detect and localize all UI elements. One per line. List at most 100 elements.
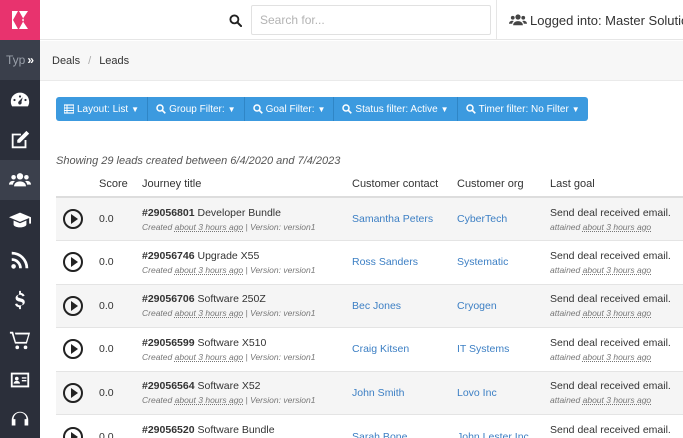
- last-goal-text: Send deal received email.: [550, 336, 671, 349]
- customer-contact-link[interactable]: Craig Kitsen: [352, 343, 409, 355]
- rss-icon: [11, 251, 29, 269]
- row-play-cell: [56, 240, 99, 284]
- journey-meta: Created about 3 hours ago | Version: ver…: [142, 395, 352, 405]
- sidebar-toggle-label: Typ: [6, 53, 26, 67]
- table-row[interactable]: 0.0 #29056564 Software X52 Created about 3…: [56, 370, 683, 415]
- last-goal-text: Send deal received email.: [550, 424, 671, 436]
- table-row[interactable]: 0.0 #29056706 Software 250Z Created about …: [56, 283, 683, 328]
- sidebar-item-shop[interactable]: [0, 320, 40, 360]
- version-value: version1: [283, 264, 316, 275]
- journey-title[interactable]: #29056564 Software X52: [142, 380, 352, 392]
- breadcrumb-deals[interactable]: Deals: [52, 55, 80, 67]
- sidebar-item-support[interactable]: [0, 400, 40, 438]
- results-summary: Showing 29 leads created between 6/4/202…: [56, 155, 341, 167]
- row-journey: #29056520 Software BundleCreated about 3…: [142, 414, 352, 438]
- created-prefix: Created: [142, 308, 173, 319]
- journey-name: Developer Bundle: [197, 206, 281, 219]
- status-filter-button[interactable]: Status filter: Active ▼: [334, 97, 458, 121]
- layout-filter-button[interactable]: Layout: List ▼: [56, 97, 149, 121]
- list-icon: [64, 104, 74, 114]
- journey-title[interactable]: #29056746 Upgrade X55: [142, 250, 352, 262]
- goal-filter-button[interactable]: Goal Filter: ▼: [245, 97, 335, 121]
- table-row[interactable]: 0.0 #29056801 Developer Bundle Created abo…: [56, 196, 683, 241]
- row-journey: #29056801 Developer Bundle Created about …: [142, 196, 352, 241]
- table-row[interactable]: 0.0#29056520 Software BundleCreated abou…: [56, 414, 683, 438]
- row-contact: Ross Sanders: [352, 240, 457, 284]
- timer-filter-button[interactable]: Timer filter: No Filter ▼: [458, 97, 588, 121]
- play-icon[interactable]: [63, 252, 83, 273]
- attained-prefix: attained: [550, 351, 581, 362]
- caret-down-icon: ▼: [131, 104, 140, 114]
- header-journey-title[interactable]: Journey title: [142, 171, 352, 198]
- customer-org-link[interactable]: CyberTech: [457, 213, 507, 225]
- breadcrumb-separator: /: [88, 54, 92, 67]
- group-filter-button[interactable]: Group Filter: ▼: [148, 97, 245, 121]
- sidebar-item-feeds[interactable]: [0, 240, 40, 280]
- header-score[interactable]: Score: [99, 171, 142, 198]
- play-icon[interactable]: [63, 426, 83, 438]
- journey-title[interactable]: #29056520 Software Bundle: [142, 424, 352, 436]
- row-play-cell: [56, 414, 99, 438]
- row-contact: Sarah Bone: [352, 414, 457, 438]
- version-value: version1: [283, 308, 316, 319]
- customer-contact-link[interactable]: Ross Sanders: [352, 256, 418, 268]
- row-score: 0.0: [99, 196, 142, 241]
- attained-prefix: attained: [550, 221, 581, 232]
- sidebar-item-dashboard[interactable]: [0, 80, 40, 120]
- customer-contact-link[interactable]: John Smith: [352, 387, 405, 399]
- layout-filter-label: Layout: List: [77, 103, 129, 115]
- journey-title[interactable]: #29056801 Developer Bundle: [142, 207, 352, 219]
- journey-id: #29056801: [142, 206, 195, 219]
- double-chevron-icon: »: [27, 53, 35, 67]
- filter-toolbar: Layout: List ▼ Group Filter: ▼ Goal Filter…: [56, 97, 588, 121]
- journey-title[interactable]: #29056599 Software X510: [142, 337, 352, 349]
- sidebar-item-edit[interactable]: [0, 120, 40, 160]
- journey-title[interactable]: #29056706 Software 250Z: [142, 293, 352, 305]
- row-org: John Lester Inc: [457, 414, 550, 438]
- created-prefix: Created: [142, 264, 173, 275]
- goal-filter-label: Goal Filter:: [265, 103, 315, 115]
- attained-time: about 3 hours ago: [582, 308, 652, 319]
- search-input[interactable]: [251, 5, 491, 35]
- row-contact: Craig Kitsen: [352, 327, 457, 371]
- customer-contact-link[interactable]: Bec Jones: [352, 300, 401, 312]
- customer-org-link[interactable]: IT Systems: [457, 343, 509, 355]
- version-separator: | Version:: [245, 395, 281, 406]
- table-row[interactable]: 0.0 #29056599 Software X510 Created about …: [56, 327, 683, 371]
- main-content: Layout: List ▼ Group Filter: ▼ Goal Filter…: [40, 81, 683, 438]
- sidebar-item-training[interactable]: [0, 200, 40, 240]
- table-row[interactable]: 0.0 #29056746 Upgrade X55 Created about 3 …: [56, 240, 683, 284]
- header-customer-org[interactable]: Customer org: [457, 171, 550, 198]
- journey-name: Software X52: [197, 380, 261, 393]
- attained-prefix: attained: [550, 264, 581, 275]
- row-last-goal: Send deal received email. attained about …: [550, 370, 683, 415]
- search-button[interactable]: [220, 5, 251, 35]
- journey-id: #29056706: [142, 293, 195, 306]
- created-time: about 3 hours ago: [174, 221, 244, 232]
- app-logo[interactable]: [0, 0, 40, 40]
- play-icon[interactable]: [63, 339, 83, 360]
- goal-meta: attained about 3 hours ago: [550, 265, 683, 275]
- sidebar-item-contacts[interactable]: [0, 360, 40, 400]
- caret-down-icon: ▼: [440, 104, 449, 114]
- customer-org-link[interactable]: Systematic: [457, 256, 508, 268]
- customer-org-link[interactable]: Cryogen: [457, 300, 497, 312]
- journey-id: #29056564: [142, 380, 195, 393]
- customer-contact-link[interactable]: Sarah Bone: [352, 431, 407, 438]
- header-customer-contact[interactable]: Customer contact: [352, 171, 457, 198]
- sidebar-item-users[interactable]: [0, 160, 40, 200]
- search-icon: [252, 104, 263, 114]
- last-goal-text: Send deal received email.: [550, 293, 671, 306]
- header-last-goal[interactable]: Last goal: [550, 171, 683, 198]
- customer-org-link[interactable]: Lovo Inc: [457, 387, 497, 399]
- play-icon[interactable]: [63, 382, 83, 403]
- customer-contact-link[interactable]: Samantha Peters: [352, 213, 433, 225]
- play-icon[interactable]: [63, 209, 83, 229]
- logged-in-status[interactable]: Logged into: Master Solutio: [509, 0, 683, 40]
- play-icon[interactable]: [63, 295, 83, 316]
- journey-meta: Created about 3 hours ago | Version: ver…: [142, 352, 352, 362]
- row-journey: #29056564 Software X52 Created about 3 ho…: [142, 370, 352, 415]
- customer-org-link[interactable]: John Lester Inc: [457, 431, 529, 438]
- sidebar-toggle[interactable]: Typ »: [0, 40, 40, 80]
- sidebar-item-finance[interactable]: [0, 280, 40, 320]
